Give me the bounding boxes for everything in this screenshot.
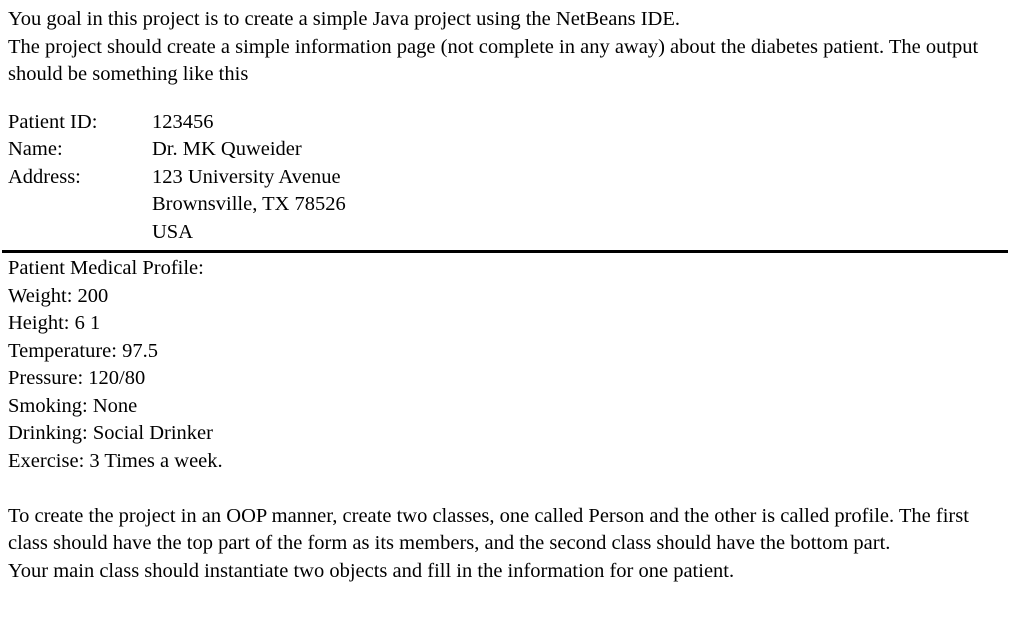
patient-id-value: 123456 (152, 110, 214, 133)
patient-country-label (8, 219, 152, 247)
profile-height: Height: 6 1 (8, 312, 101, 334)
patient-address-label-continued (8, 191, 152, 219)
intro-section: You goal in this project is to create a … (8, 6, 1018, 89)
profile-pressure: Pressure: 120/80 (8, 367, 146, 389)
section-divider (2, 250, 1008, 253)
profile-smoking: Smoking: None (8, 394, 138, 417)
patient-name-label: Name: (8, 138, 63, 160)
patient-address-line-1: 123 University Avenue (152, 165, 341, 188)
profile-drinking: Drinking: Social Drinker (8, 422, 213, 444)
document-page: You goal in this project is to create a … (0, 0, 1024, 635)
instructions-final-line: Your main class should instantiate two o… (8, 559, 735, 582)
patient-id-label: Patient ID: (8, 110, 98, 133)
table-row: Address: 123 University Avenue (8, 164, 346, 192)
instructions-paragraph: To create the project in an OOP manner, … (8, 504, 969, 555)
table-row: Name: Dr. MK Quweider (8, 136, 346, 164)
section-gap-top (8, 89, 1018, 109)
intro-line-2: The project should create a simple infor… (8, 35, 979, 86)
patient-address-line-2: Brownsville, TX 78526 (152, 193, 346, 215)
profile-temperature: Temperature: 97.5 (8, 339, 158, 362)
patient-name-value: Dr. MK Quweider (152, 138, 302, 160)
patient-info-table: Patient ID: 123456 Name: Dr. MK Quweider… (8, 109, 346, 247)
patient-address-line-3: USA (152, 220, 194, 243)
section-gap-bottom (8, 475, 1018, 503)
table-row: Patient ID: 123456 (8, 109, 346, 137)
table-row: USA (8, 219, 346, 247)
instructions-section: To create the project in an OOP manner, … (8, 503, 1018, 586)
patient-address-label: Address: (8, 165, 81, 188)
intro-line-1: You goal in this project is to create a … (8, 8, 680, 30)
medical-profile-heading: Patient Medical Profile: (8, 257, 204, 279)
profile-exercise: Exercise: 3 Times a week. (8, 449, 223, 472)
medical-profile-section: Patient Medical Profile: Weight: 200 Hei… (8, 255, 1018, 475)
table-row: Brownsville, TX 78526 (8, 191, 346, 219)
profile-weight: Weight: 200 (8, 284, 109, 307)
